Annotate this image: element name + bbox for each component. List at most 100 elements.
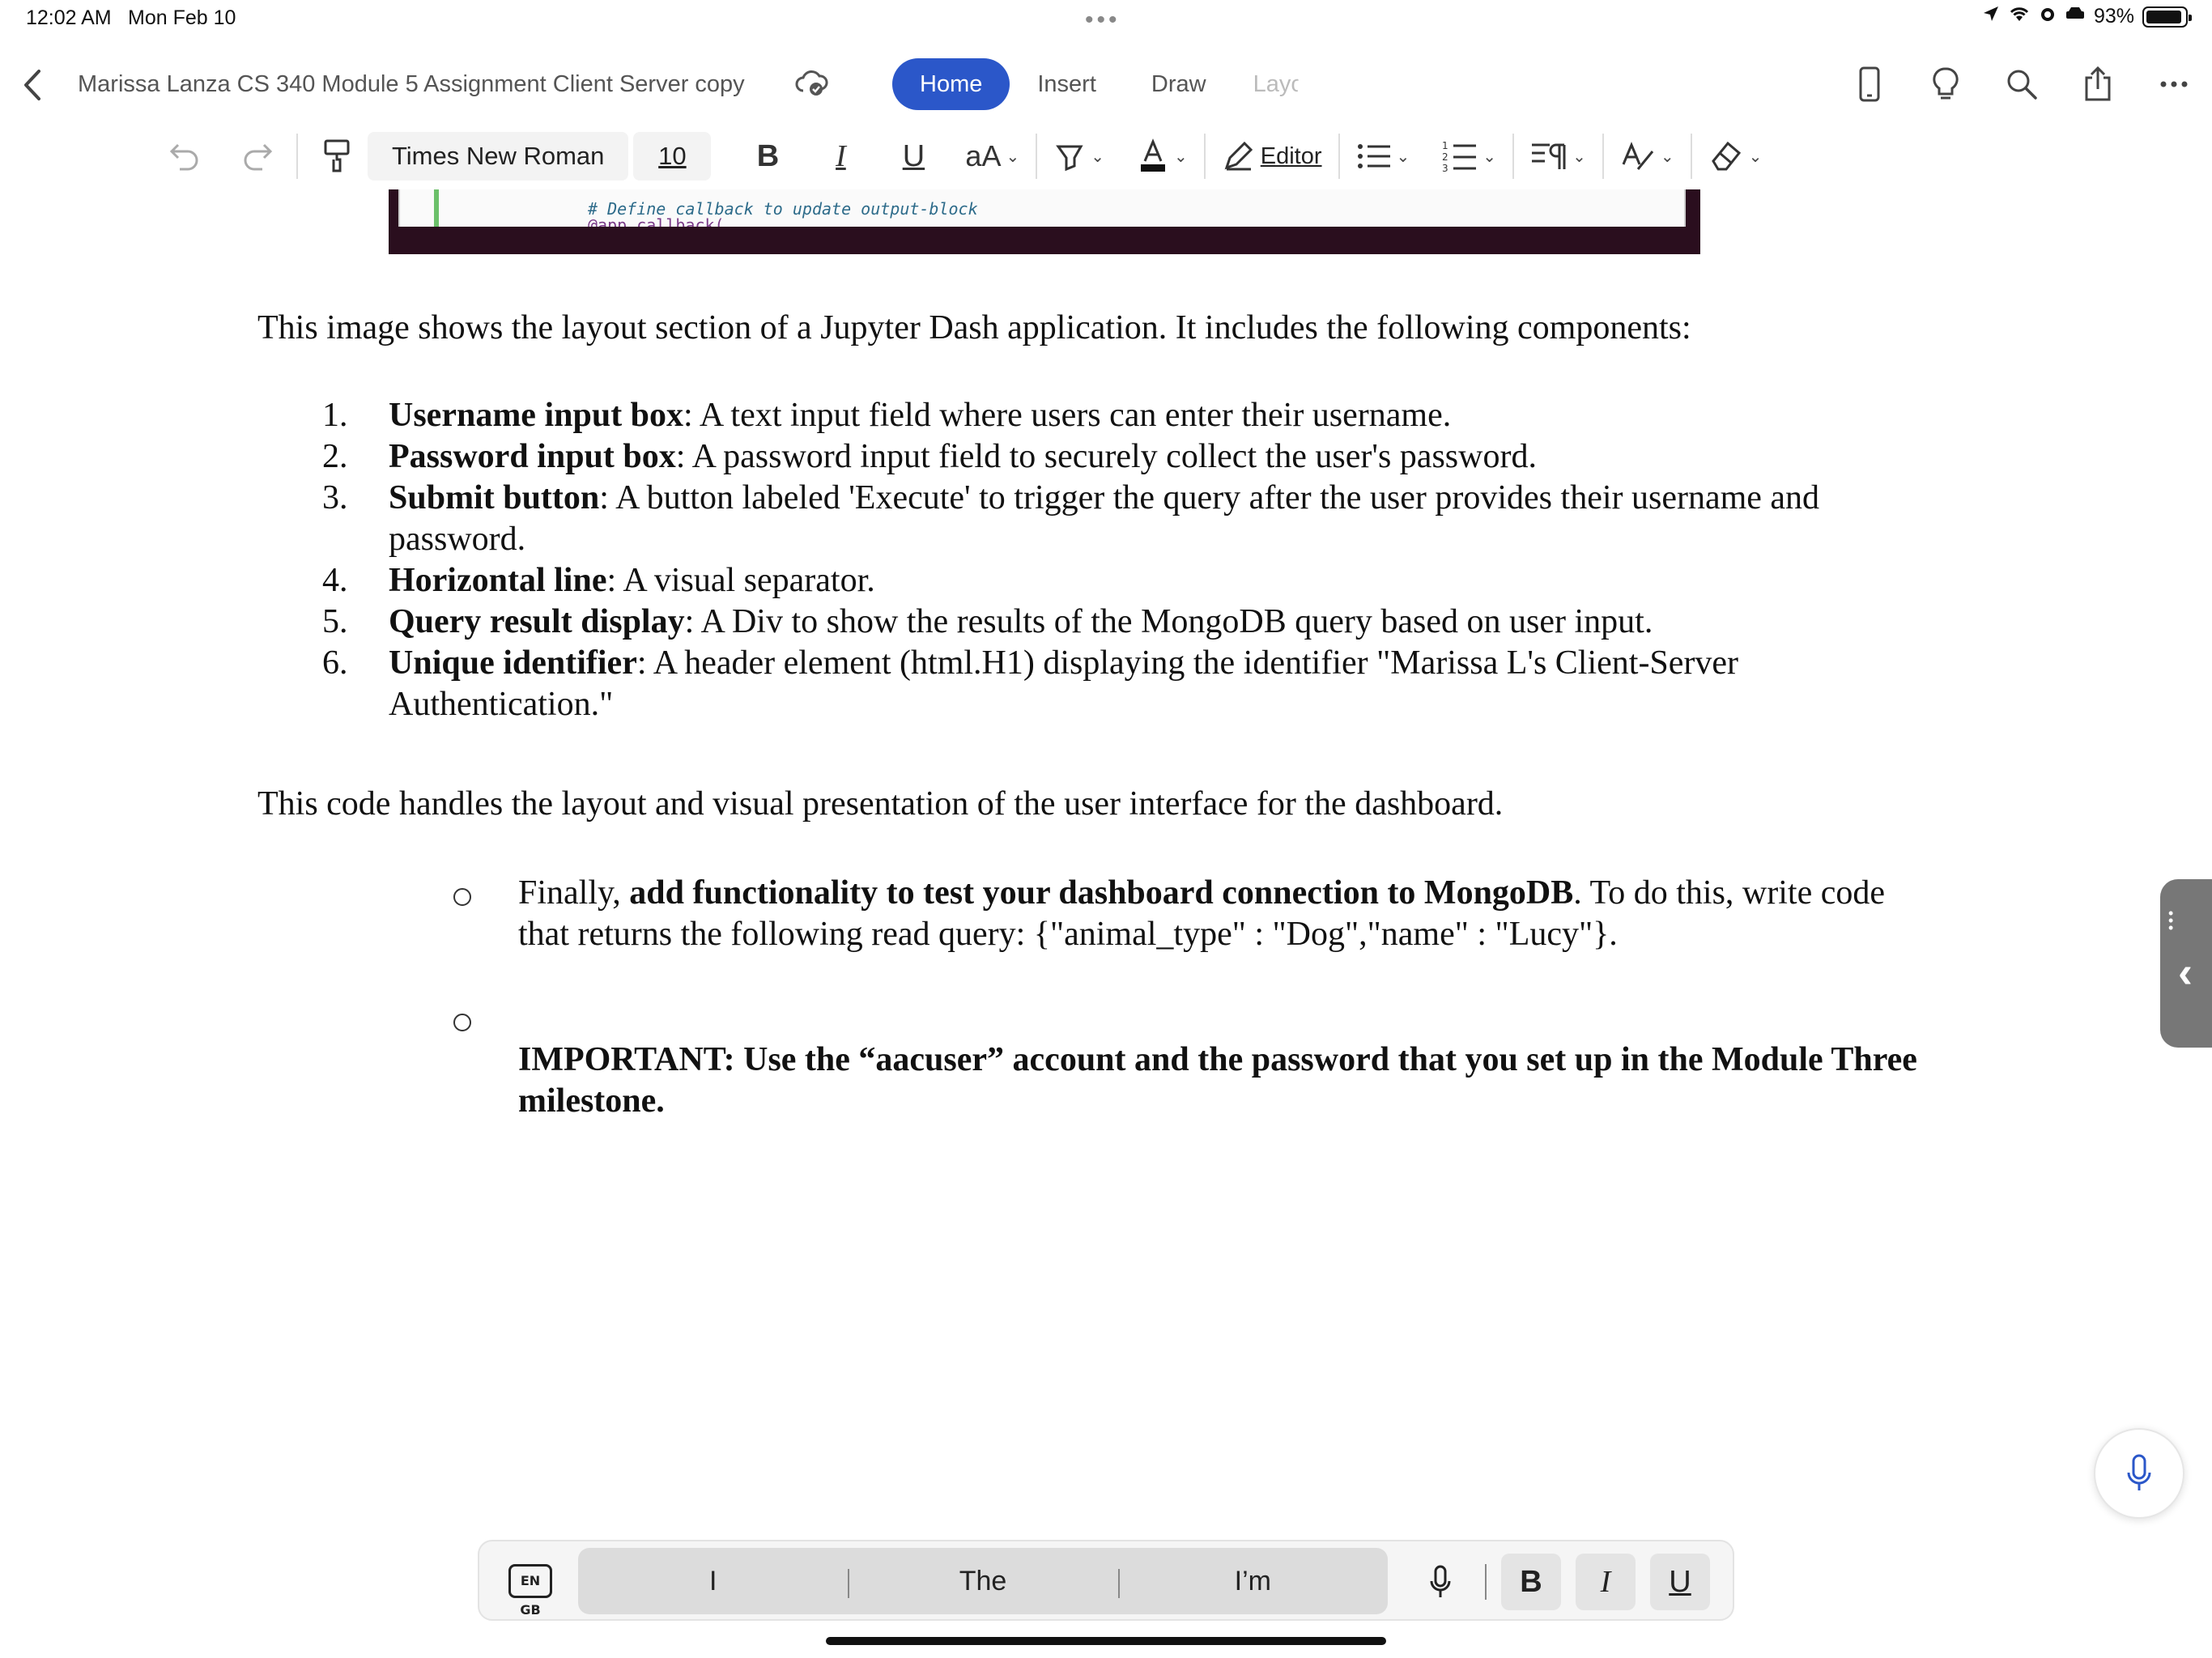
car-icon bbox=[2065, 5, 2086, 28]
font-name-select[interactable]: Times New Roman bbox=[368, 132, 629, 181]
styles-button[interactable]: ⌄ bbox=[1620, 132, 1674, 181]
editor-pen-icon bbox=[1224, 141, 1253, 171]
image-code-comment: # Define callback to update output-block bbox=[588, 199, 978, 219]
list-item: Submit button: A button labeled 'Execute… bbox=[389, 479, 1820, 558]
back-button[interactable] bbox=[18, 65, 50, 105]
tab-draw[interactable]: Draw bbox=[1124, 58, 1234, 110]
keyboard-bold-button[interactable]: B bbox=[1501, 1554, 1561, 1610]
paragraph-format-button[interactable]: ⌄ bbox=[1530, 132, 1586, 181]
keyboard-format-tools: B I U bbox=[1410, 1550, 1710, 1614]
cloud-saved-icon[interactable] bbox=[793, 66, 829, 99]
bullets-button[interactable]: ⌄ bbox=[1356, 132, 1410, 181]
format-painter-button[interactable] bbox=[314, 132, 359, 181]
highlighter-icon bbox=[1056, 145, 1083, 172]
predictive-suggestions: I The I’m bbox=[578, 1548, 1388, 1614]
home-indicator[interactable] bbox=[826, 1637, 1386, 1645]
status-icons: 93% bbox=[1982, 5, 2192, 28]
svg-text:2: 2 bbox=[1442, 151, 1448, 163]
more-options-button[interactable] bbox=[2155, 60, 2193, 108]
alarm-icon bbox=[2039, 5, 2057, 28]
image-code-callback: @app.callback( bbox=[588, 217, 725, 227]
ribbon-divider bbox=[1690, 134, 1692, 179]
editor-button[interactable]: Editor bbox=[1222, 132, 1322, 181]
list-number: 3. bbox=[322, 479, 348, 517]
status-bar: 12:02 AM Mon Feb 10 ••• 93% bbox=[0, 0, 2212, 39]
editor-label: Editor bbox=[1260, 142, 1322, 169]
ribbon-divider bbox=[1512, 134, 1515, 179]
document-title[interactable]: Marissa Lanza CS 340 Module 5 Assignment… bbox=[78, 71, 745, 98]
ribbon-divider bbox=[1036, 134, 1038, 179]
suggestion-item[interactable]: I’m bbox=[1117, 1566, 1388, 1598]
change-case-label: aA bbox=[965, 139, 1002, 172]
chevron-down-icon: ⌄ bbox=[1748, 147, 1763, 166]
share-button[interactable] bbox=[2079, 60, 2116, 108]
underline-button[interactable]: U bbox=[889, 132, 938, 181]
ribbon-divider bbox=[1602, 134, 1604, 179]
multitasking-dots-icon[interactable]: ••• bbox=[1085, 6, 1121, 34]
list-item: Query result display: A Div to show the … bbox=[389, 603, 1653, 640]
side-panel-handle[interactable]: • • • ‹ bbox=[2160, 879, 2212, 1048]
dictate-button[interactable] bbox=[2094, 1428, 2184, 1519]
redo-button[interactable] bbox=[235, 132, 280, 181]
list-number: 1. bbox=[322, 397, 348, 434]
instruction-bullet: Finally, add functionality to test your … bbox=[518, 874, 1886, 953]
bulleted-list-icon bbox=[1357, 144, 1390, 168]
header-actions bbox=[1851, 60, 2193, 108]
important-note: IMPORTANT: Use the “aacuser” account and… bbox=[518, 1041, 1917, 1120]
more-horizontal-icon bbox=[2160, 81, 2188, 87]
svg-text:3: 3 bbox=[1442, 163, 1448, 174]
battery-percent: 93% bbox=[2093, 5, 2134, 28]
chevron-down-icon: ⌄ bbox=[1396, 147, 1410, 166]
bold-button[interactable]: B bbox=[743, 132, 792, 181]
keyboard-language-button[interactable]: EN GB bbox=[508, 1564, 552, 1618]
list-item: Username input box: A text input field w… bbox=[389, 397, 1452, 434]
embedded-screenshot[interactable]: # Define callback to update output-block… bbox=[389, 189, 1700, 254]
eraser-icon bbox=[1711, 141, 1741, 171]
suggestion-item[interactable]: I bbox=[578, 1566, 848, 1597]
document-canvas[interactable]: # Define callback to update output-block… bbox=[0, 189, 2212, 1658]
keyboard-italic-button[interactable]: I bbox=[1576, 1554, 1636, 1610]
suggestion-item[interactable]: The bbox=[848, 1566, 1117, 1598]
format-painter-icon bbox=[324, 139, 350, 172]
title-bar: Marissa Lanza CS 340 Module 5 Assignment… bbox=[0, 50, 2212, 118]
chevron-down-icon: ⌄ bbox=[1482, 147, 1497, 166]
keyboard-shortcut-bar: EN GB I The I’m B I U bbox=[478, 1540, 1734, 1621]
list-item: Horizontal line: A visual separator. bbox=[389, 562, 875, 599]
chevron-down-icon: ⌄ bbox=[1091, 147, 1104, 166]
search-button[interactable] bbox=[2003, 60, 2040, 108]
tab-home[interactable]: Home bbox=[892, 58, 1010, 110]
status-time: 12:02 AM bbox=[26, 6, 112, 29]
ribbon-tabs: Home Insert Draw Layo bbox=[892, 58, 1299, 110]
share-icon bbox=[2085, 66, 2111, 101]
font-color-icon bbox=[1141, 138, 1165, 172]
microphone-icon bbox=[1430, 1565, 1451, 1597]
tab-insert[interactable]: Insert bbox=[1010, 58, 1124, 110]
mobile-view-button[interactable] bbox=[1851, 60, 1888, 108]
tool-divider bbox=[1485, 1564, 1487, 1600]
list-item: Password input box: A password input fie… bbox=[389, 438, 1537, 475]
keyboard-underline-button[interactable]: U bbox=[1650, 1554, 1710, 1610]
tab-layout[interactable]: Layo bbox=[1234, 58, 1299, 110]
ideas-button[interactable] bbox=[1927, 60, 1964, 108]
bullet-circle bbox=[453, 888, 471, 906]
font-color-button[interactable]: ⌄ bbox=[1137, 132, 1188, 181]
search-icon bbox=[2007, 70, 2037, 100]
summary-paragraph: This code handles the layout and visual … bbox=[257, 785, 1504, 823]
undo-button[interactable] bbox=[162, 132, 207, 181]
italic-button[interactable]: I bbox=[816, 132, 865, 181]
numbering-button[interactable]: 123 ⌄ bbox=[1442, 132, 1496, 181]
list-number: 5. bbox=[322, 603, 348, 640]
font-size-select[interactable]: 10 bbox=[633, 132, 712, 181]
chevron-left-icon: ‹ bbox=[2178, 948, 2193, 997]
highlight-button[interactable]: ⌄ bbox=[1053, 132, 1104, 181]
list-number: 2. bbox=[322, 438, 348, 475]
grip-icon: • • • bbox=[2168, 905, 2174, 936]
svg-text:1: 1 bbox=[1442, 140, 1448, 151]
keyboard-dictation-button[interactable] bbox=[1410, 1554, 1470, 1610]
lightbulb-icon bbox=[1933, 67, 1959, 100]
styles-icon bbox=[1622, 142, 1653, 170]
change-case-button[interactable]: aA ⌄ bbox=[965, 132, 1019, 181]
numbered-list-icon: 123 bbox=[1442, 140, 1477, 174]
clear-formatting-button[interactable]: ⌄ bbox=[1708, 132, 1763, 181]
list-number: 6. bbox=[322, 644, 348, 682]
